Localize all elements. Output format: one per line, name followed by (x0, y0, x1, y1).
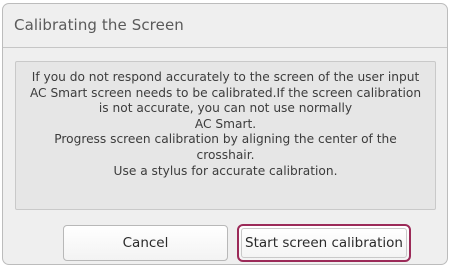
message-line-1: If you do not respond accurately to the … (31, 70, 420, 84)
start-screen-calibration-button[interactable]: Start screen calibration (237, 224, 411, 262)
cancel-button-label: Cancel (122, 235, 169, 251)
title-divider (3, 47, 447, 48)
message-line-4: AC Smart. (194, 116, 257, 131)
cancel-button[interactable]: Cancel (63, 225, 228, 261)
message-panel: If you do not respond accurately to the … (15, 61, 436, 210)
start-button-face: Start screen calibration (241, 228, 407, 258)
message-line-5: Progress screen calibration by aligning … (54, 132, 397, 147)
start-button-label: Start screen calibration (245, 235, 403, 251)
message-line-2: AC Smart screen needs to be calibrated.I… (29, 85, 422, 100)
calibration-dialog: Calibrating the Screen If you do not res… (2, 3, 448, 265)
message-line-7: Use a stylus for accurate calibration. (113, 163, 338, 178)
message-line-3: is not accurate, you can not use normall… (98, 101, 353, 116)
dialog-title: Calibrating the Screen (14, 16, 184, 34)
message-line-6: crosshair. (196, 147, 255, 162)
message-text: If you do not respond accurately to the … (16, 70, 435, 179)
